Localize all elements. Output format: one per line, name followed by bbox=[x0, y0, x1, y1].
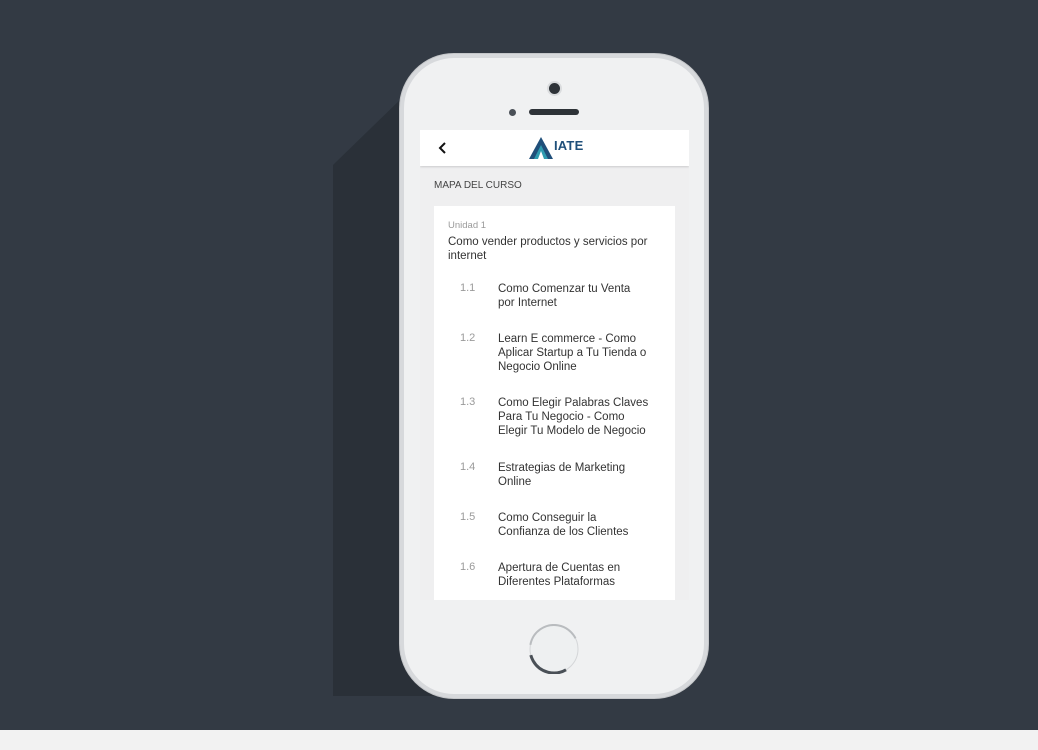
front-camera bbox=[549, 83, 560, 94]
proximity-sensor bbox=[509, 109, 516, 116]
lesson-item[interactable]: 1.5 Como Conseguir la Confianza de los C… bbox=[434, 511, 675, 555]
lesson-title: Learn E commerce - Como Aplicar Startup … bbox=[498, 333, 647, 373]
chevron-left-icon[interactable] bbox=[434, 139, 452, 157]
lesson-title: Estrategias de Marketing Online bbox=[498, 462, 626, 488]
lesson-item[interactable]: 1.3 Como Elegir Palabras Claves Para Tu … bbox=[434, 396, 675, 440]
course-map-card: Unidad 1 Como vender productos y servici… bbox=[434, 206, 675, 600]
lesson-number: 1.4 bbox=[460, 461, 476, 473]
app-header: IATE bbox=[420, 130, 689, 166]
iate-logo: IATE bbox=[529, 136, 583, 160]
earpiece-speaker bbox=[529, 109, 579, 115]
lesson-item[interactable]: 1.4 Estrategias de Marketing Online bbox=[434, 461, 675, 505]
lesson-number: 1.1 bbox=[460, 282, 476, 294]
background-stage: IATE MAPA DEL CURSO Unidad 1 Como vender… bbox=[0, 0, 1038, 730]
lesson-title: Como Conseguir la Confianza de los Clien… bbox=[498, 512, 629, 538]
app-screen: IATE MAPA DEL CURSO Unidad 1 Como vender… bbox=[420, 130, 689, 600]
logo-text: IATE bbox=[554, 138, 584, 153]
unit-title[interactable]: Como vender productos y servicios por in… bbox=[448, 235, 660, 263]
phone-frame: IATE MAPA DEL CURSO Unidad 1 Como vender… bbox=[404, 58, 704, 694]
lesson-item[interactable]: 1.2 Learn E commerce - Como Aplicar Star… bbox=[434, 332, 675, 376]
lesson-title: Como Elegir Palabras Claves Para Tu Nego… bbox=[498, 397, 649, 437]
lesson-title: Como Comenzar tu Venta por Internet bbox=[498, 283, 631, 309]
home-button[interactable] bbox=[528, 623, 580, 675]
unit-label: Unidad 1 bbox=[448, 220, 487, 231]
lesson-number: 1.5 bbox=[460, 511, 476, 523]
section-title: MAPA DEL CURSO bbox=[434, 180, 522, 191]
lesson-item[interactable]: 1.6 Apertura de Cuentas en Diferentes Pl… bbox=[434, 561, 675, 600]
lesson-number: 1.3 bbox=[460, 396, 476, 408]
lesson-item[interactable]: 1.1 Como Comenzar tu Venta por Internet bbox=[434, 282, 675, 326]
lesson-number: 1.2 bbox=[460, 332, 476, 344]
lesson-number: 1.6 bbox=[460, 561, 476, 573]
lesson-title: Apertura de Cuentas en Diferentes Plataf… bbox=[498, 562, 621, 588]
